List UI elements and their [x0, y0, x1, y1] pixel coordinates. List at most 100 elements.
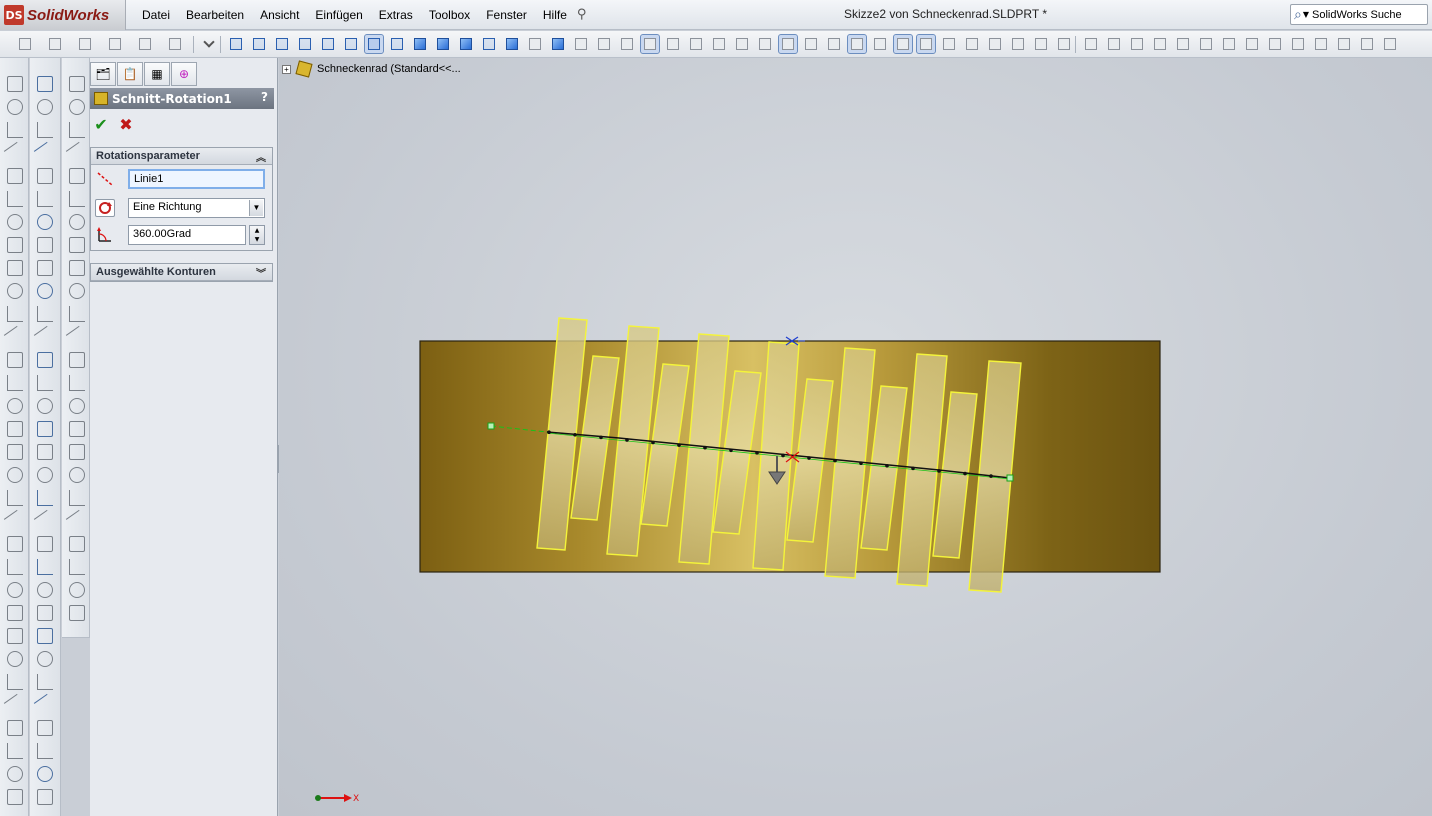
- toolbar-button[interactable]: [411, 35, 429, 53]
- toolbar-button[interactable]: [1358, 35, 1376, 53]
- command-icon[interactable]: [7, 789, 23, 805]
- command-icon[interactable]: [7, 536, 23, 552]
- command-icon[interactable]: [3, 141, 27, 165]
- toolbar-button[interactable]: [687, 35, 705, 53]
- command-icon[interactable]: [37, 168, 53, 184]
- toolbar-button[interactable]: [16, 35, 34, 53]
- command-icon[interactable]: [7, 467, 23, 483]
- menu-ansicht[interactable]: Ansicht: [252, 6, 307, 24]
- toolbar-button[interactable]: [457, 35, 475, 53]
- toolbar-button[interactable]: [1082, 35, 1100, 53]
- toolbar-button[interactable]: [916, 34, 936, 54]
- search-box[interactable]: ⌕ ▼ SolidWorks Suche: [1290, 4, 1428, 25]
- toolbar-button[interactable]: [1055, 35, 1073, 53]
- command-icon[interactable]: [7, 168, 23, 184]
- command-icon[interactable]: [7, 375, 23, 391]
- command-icon[interactable]: [7, 352, 23, 368]
- command-icon[interactable]: [7, 122, 23, 138]
- command-icon[interactable]: [65, 141, 89, 165]
- toolbar-button[interactable]: [893, 34, 913, 54]
- command-icon[interactable]: [7, 651, 23, 667]
- command-icon[interactable]: [37, 582, 53, 598]
- command-icon[interactable]: [37, 490, 53, 506]
- command-icon[interactable]: [37, 536, 53, 552]
- command-icon[interactable]: [69, 398, 85, 414]
- toolbar-button[interactable]: [871, 35, 889, 53]
- toolbar-button[interactable]: [136, 35, 154, 53]
- axis-field[interactable]: Linie1: [128, 169, 265, 189]
- toolbar-button[interactable]: [76, 35, 94, 53]
- flyout-feature-tree[interactable]: + Schneckenrad (Standard<<...: [282, 60, 461, 78]
- command-icon[interactable]: [37, 214, 53, 230]
- toolbar-button[interactable]: [273, 35, 291, 53]
- command-icon[interactable]: [69, 99, 85, 115]
- command-icon[interactable]: [7, 766, 23, 782]
- toolbar-button[interactable]: [250, 35, 268, 53]
- toolbar-button[interactable]: [549, 35, 567, 53]
- command-icon[interactable]: [33, 325, 57, 349]
- command-icon[interactable]: [69, 260, 85, 276]
- chevron-down-icon[interactable]: ▼: [249, 200, 263, 216]
- angle-field[interactable]: 360.00Grad: [128, 225, 246, 245]
- command-icon[interactable]: [33, 693, 57, 717]
- toolbar-button[interactable]: [296, 35, 314, 53]
- command-icon[interactable]: [69, 375, 85, 391]
- expand-down-icon[interactable]: ︾: [256, 265, 266, 280]
- toolbar-button[interactable]: [1009, 35, 1027, 53]
- command-icon[interactable]: [37, 306, 53, 322]
- command-icon[interactable]: [69, 283, 85, 299]
- menu-fenster[interactable]: Fenster: [478, 6, 535, 24]
- command-icon[interactable]: [69, 536, 85, 552]
- toolbar-button[interactable]: [778, 34, 798, 54]
- command-icon[interactable]: [69, 191, 85, 207]
- solidworks-logo[interactable]: DS SolidWorks: [0, 0, 126, 30]
- toolbar-button[interactable]: [480, 35, 498, 53]
- command-icon[interactable]: [37, 674, 53, 690]
- command-icon[interactable]: [37, 444, 53, 460]
- search-dropdown-icon[interactable]: ▼: [1303, 10, 1309, 19]
- command-icon[interactable]: [7, 76, 23, 92]
- property-manager-tab[interactable]: 📋: [117, 62, 143, 86]
- toolbar-button[interactable]: [106, 35, 124, 53]
- toolbar-button[interactable]: [227, 35, 245, 53]
- menu-hilfe[interactable]: Hilfe: [535, 6, 575, 24]
- command-icon[interactable]: [37, 651, 53, 667]
- command-icon[interactable]: [37, 766, 53, 782]
- toolbar-button[interactable]: [388, 35, 406, 53]
- toolbar-button[interactable]: [1381, 35, 1399, 53]
- toolbar-button[interactable]: [526, 35, 544, 53]
- menu-bearbeiten[interactable]: Bearbeiten: [178, 6, 252, 24]
- command-icon[interactable]: [7, 444, 23, 460]
- command-icon[interactable]: [37, 237, 53, 253]
- toolbar-button[interactable]: [1174, 35, 1192, 53]
- search-icon[interactable]: ⌕: [1294, 7, 1302, 23]
- toolbar-button[interactable]: [963, 35, 981, 53]
- toolbar-button[interactable]: [1243, 35, 1261, 53]
- toolbar-button[interactable]: [1105, 35, 1123, 53]
- menu-extras[interactable]: Extras: [371, 6, 421, 24]
- command-icon[interactable]: [37, 559, 53, 575]
- toolbar-button[interactable]: [166, 35, 184, 53]
- command-icon[interactable]: [3, 509, 27, 533]
- toolbar-button[interactable]: [1289, 35, 1307, 53]
- toolbar-button[interactable]: [364, 34, 384, 54]
- command-icon[interactable]: [7, 582, 23, 598]
- angle-stepper[interactable]: ▲ ▼: [249, 225, 265, 245]
- command-icon[interactable]: [3, 693, 27, 717]
- toolbar-button[interactable]: [618, 35, 636, 53]
- toolbar-button[interactable]: [572, 35, 590, 53]
- menu-datei[interactable]: Datei: [134, 6, 178, 24]
- menu-toolbox[interactable]: Toolbox: [421, 6, 478, 24]
- toolbar-button[interactable]: [802, 35, 820, 53]
- command-icon[interactable]: [7, 214, 23, 230]
- toolbar-button[interactable]: [1197, 35, 1215, 53]
- command-icon[interactable]: [69, 490, 85, 506]
- command-icon[interactable]: [7, 421, 23, 437]
- command-icon[interactable]: [3, 325, 27, 349]
- command-icon[interactable]: [37, 352, 53, 368]
- toolbar-button[interactable]: [825, 35, 843, 53]
- command-icon[interactable]: [7, 283, 23, 299]
- configuration-manager-tab[interactable]: ▦: [144, 62, 170, 86]
- command-icon[interactable]: [37, 421, 53, 437]
- toolbar-button[interactable]: [733, 35, 751, 53]
